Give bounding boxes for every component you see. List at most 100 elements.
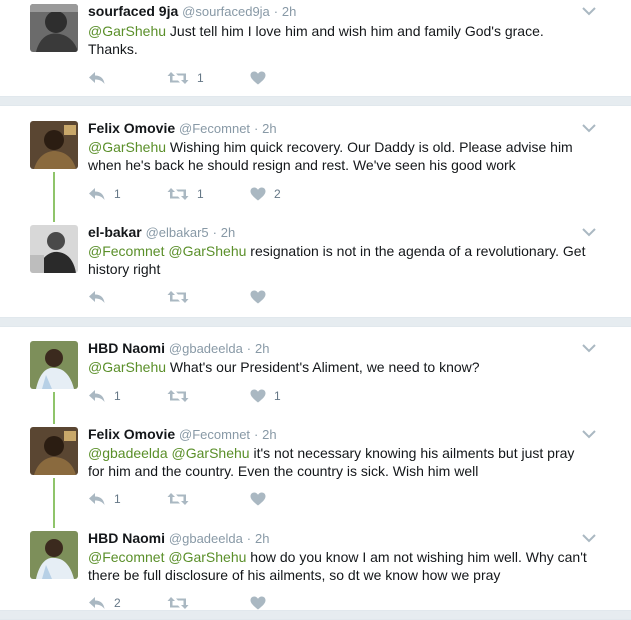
user-handle[interactable]: @gbadeelda bbox=[169, 531, 243, 546]
display-name[interactable]: Felix Omovie bbox=[88, 426, 175, 442]
avatar[interactable] bbox=[30, 427, 78, 475]
timestamp[interactable]: 2h bbox=[221, 225, 235, 240]
chevron-down-icon[interactable] bbox=[582, 343, 596, 353]
user-handle[interactable]: @sourfaced9ja bbox=[182, 4, 270, 19]
mention-link[interactable]: @GarShehu bbox=[168, 243, 246, 259]
mention-link[interactable]: @Fecomnet bbox=[88, 549, 164, 565]
chevron-down-icon[interactable] bbox=[582, 533, 596, 543]
user-handle[interactable]: @gbadeelda bbox=[169, 341, 243, 356]
heart-icon bbox=[250, 389, 266, 403]
tweet-text: @GarShehu What's our President's Aliment… bbox=[88, 358, 608, 376]
display-name[interactable]: HBD Naomi bbox=[88, 340, 165, 356]
reply-button[interactable]: 2 bbox=[88, 594, 121, 612]
tweet-text: @GarShehu Just tell him I love him and w… bbox=[88, 22, 608, 58]
reply-icon bbox=[88, 71, 106, 85]
reply-count: 1 bbox=[114, 492, 121, 506]
mention-link[interactable]: @GarShehu bbox=[88, 359, 166, 375]
reply-count: 1 bbox=[114, 187, 121, 201]
tweet-text: @GarShehu Wishing him quick recovery. Ou… bbox=[88, 138, 608, 174]
mention-link[interactable]: @Fecomnet bbox=[88, 243, 164, 259]
separator-dot: · bbox=[253, 427, 259, 442]
timestamp[interactable]: 2h bbox=[282, 4, 296, 19]
chevron-down-icon[interactable] bbox=[582, 6, 596, 16]
chevron-down-icon[interactable] bbox=[582, 123, 596, 133]
like-button[interactable]: 2 bbox=[250, 185, 281, 203]
tweet-text-line: there be full disclosure of his ailments… bbox=[88, 567, 501, 583]
reply-button[interactable]: 1 bbox=[88, 185, 121, 203]
avatar[interactable] bbox=[30, 531, 78, 579]
heart-icon bbox=[250, 187, 266, 201]
tweet-text: @Fecomnet @GarShehu how do you know I am… bbox=[88, 548, 608, 584]
retweet-button[interactable]: 1 bbox=[167, 185, 204, 203]
reply-button[interactable]: 1 bbox=[88, 490, 121, 508]
timestamp[interactable]: 2h bbox=[262, 121, 276, 136]
tweet-text-line: it's not necessary knowing his ailments … bbox=[249, 445, 575, 461]
tweet-text-line: how do you know I am not wishing him wel… bbox=[246, 549, 587, 565]
reply-button[interactable]: 1 bbox=[88, 387, 121, 405]
tweet-text: @gbadeelda @GarShehu it's not necessary … bbox=[88, 444, 608, 480]
reply-button[interactable] bbox=[88, 69, 114, 87]
tweet-text-line: for him and the country. Even the countr… bbox=[88, 463, 479, 479]
reply-icon bbox=[88, 290, 106, 304]
like-button[interactable] bbox=[250, 490, 274, 508]
display-name[interactable]: el-bakar bbox=[88, 224, 142, 240]
tweet-text-line: Wishing him quick recovery. Our Daddy is… bbox=[166, 139, 573, 155]
like-button[interactable] bbox=[250, 69, 274, 87]
retweet-button[interactable] bbox=[167, 594, 197, 612]
retweet-button[interactable] bbox=[167, 387, 197, 405]
retweet-button[interactable] bbox=[167, 490, 197, 508]
avatar[interactable] bbox=[30, 341, 78, 389]
thread-separator bbox=[0, 96, 631, 106]
avatar[interactable] bbox=[30, 121, 78, 169]
mention-link[interactable]: @gbadeelda bbox=[88, 445, 168, 461]
retweet-icon bbox=[167, 596, 189, 610]
timestamp[interactable]: 2h bbox=[255, 341, 269, 356]
thread-connector-line bbox=[53, 478, 55, 528]
tweet-text-line: resignation is not in the agenda of a re… bbox=[246, 243, 586, 259]
thread-connector-line bbox=[53, 172, 55, 222]
retweet-count: 1 bbox=[197, 187, 204, 201]
user-handle[interactable]: @Fecomnet bbox=[179, 121, 250, 136]
reply-icon bbox=[88, 389, 106, 403]
like-button[interactable]: 1 bbox=[250, 387, 281, 405]
chevron-down-icon[interactable] bbox=[582, 227, 596, 237]
retweet-icon bbox=[167, 71, 189, 85]
avatar[interactable] bbox=[30, 225, 78, 273]
reply-count: 2 bbox=[114, 596, 121, 610]
like-button[interactable] bbox=[250, 288, 274, 306]
timestamp[interactable]: 2h bbox=[255, 531, 269, 546]
timestamp[interactable]: 2h bbox=[262, 427, 276, 442]
heart-icon bbox=[250, 492, 266, 506]
thread-separator bbox=[0, 317, 631, 327]
display-name[interactable]: Felix Omovie bbox=[88, 120, 175, 136]
mention-link[interactable]: @GarShehu bbox=[172, 445, 250, 461]
separator-dot: · bbox=[253, 121, 259, 136]
user-handle[interactable]: @elbakar5 bbox=[146, 225, 209, 240]
tweet-text: @Fecomnet @GarShehu resignation is not i… bbox=[88, 242, 608, 278]
tweet-text-line: history right bbox=[88, 261, 161, 277]
display-name[interactable]: HBD Naomi bbox=[88, 530, 165, 546]
mention-link[interactable]: @GarShehu bbox=[88, 139, 166, 155]
mention-link[interactable]: @GarShehu bbox=[88, 23, 166, 39]
display-name[interactable]: sourfaced 9ja bbox=[88, 3, 178, 19]
tweet-text-line: Thanks. bbox=[88, 41, 138, 57]
reply-button[interactable] bbox=[88, 288, 114, 306]
like-button[interactable] bbox=[250, 594, 274, 612]
thread-connector-line bbox=[53, 392, 55, 424]
heart-icon bbox=[250, 71, 266, 85]
separator-dot: · bbox=[273, 4, 279, 19]
separator-dot: · bbox=[246, 341, 252, 356]
tweet-text-line: What's our President's Aliment, we need … bbox=[166, 359, 480, 375]
heart-icon bbox=[250, 596, 266, 610]
retweet-button[interactable] bbox=[167, 288, 197, 306]
mention-link[interactable]: @GarShehu bbox=[168, 549, 246, 565]
avatar[interactable] bbox=[30, 4, 78, 52]
tweet-text-line: when he's back he should resign and rest… bbox=[88, 157, 516, 173]
reply-icon bbox=[88, 596, 106, 610]
like-count: 2 bbox=[274, 187, 281, 201]
reply-count: 1 bbox=[114, 389, 121, 403]
retweet-button[interactable]: 1 bbox=[167, 69, 204, 87]
chevron-down-icon[interactable] bbox=[582, 429, 596, 439]
user-handle[interactable]: @Fecomnet bbox=[179, 427, 250, 442]
heart-icon bbox=[250, 290, 266, 304]
